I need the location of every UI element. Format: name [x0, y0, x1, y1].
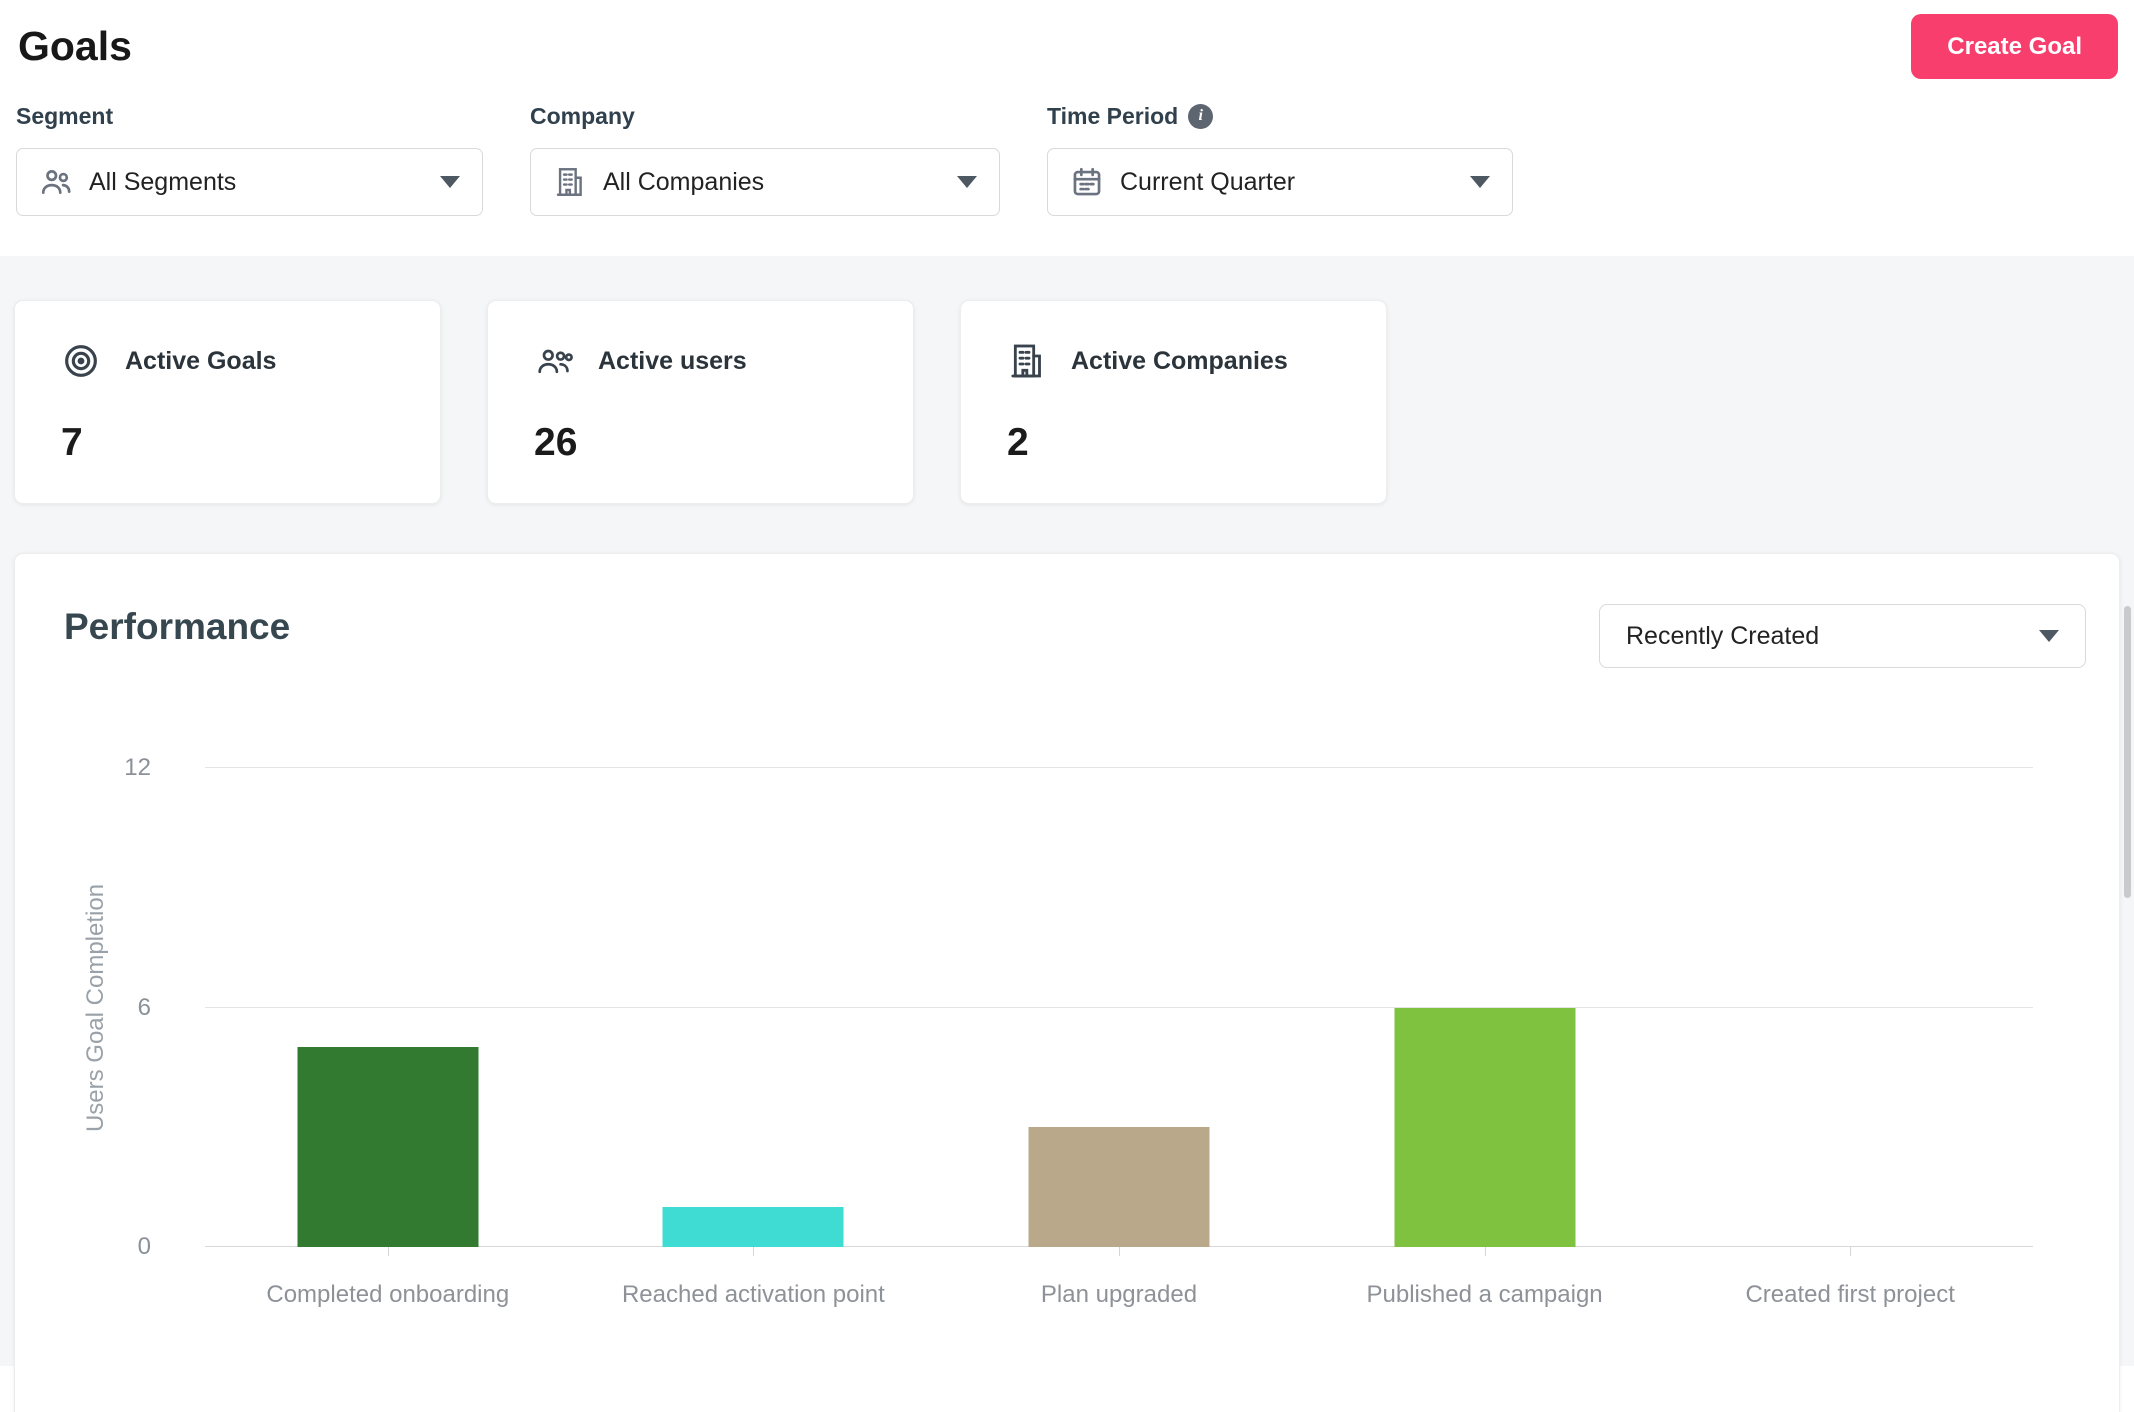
users-group-icon	[534, 341, 574, 381]
x-tick	[1119, 1247, 1120, 1256]
performance-card: Performance Recently Created Users Goal …	[14, 553, 2120, 1412]
info-icon[interactable]: i	[1188, 104, 1213, 129]
time-period-value: Current Quarter	[1120, 168, 1295, 197]
filter-company: Company All Companies	[530, 100, 1000, 216]
segment-label: Segment	[16, 100, 483, 132]
page-title: Goals	[18, 14, 132, 79]
bar-completed-onboarding[interactable]	[297, 1047, 478, 1247]
users-icon	[39, 165, 73, 199]
y-tick-label: 6	[91, 996, 151, 1020]
x-category-label: Reached activation point	[571, 1281, 937, 1309]
bar-slot	[936, 768, 1302, 1247]
time-period-label-text: Time Period	[1047, 103, 1178, 130]
building-icon	[553, 165, 587, 199]
x-category-label: Created first project	[1667, 1281, 2033, 1309]
bar-slot	[571, 768, 937, 1247]
content-area: Active Goals 7 Active users 26	[0, 256, 2134, 1366]
x-tick	[1485, 1247, 1486, 1256]
stat-value: 7	[61, 421, 440, 465]
company-label: Company	[530, 100, 1000, 132]
stat-card-active-goals: Active Goals 7	[14, 300, 441, 504]
stat-card-active-companies: Active Companies 2	[960, 300, 1387, 504]
bars-container	[205, 768, 2033, 1247]
segment-dropdown[interactable]: All Segments	[16, 148, 483, 216]
y-tick-label: 0	[91, 1235, 151, 1259]
y-tick-label: 12	[91, 756, 151, 780]
calendar-icon	[1070, 165, 1104, 199]
chevron-down-icon	[1470, 176, 1490, 188]
bar-reached-activation-point[interactable]	[663, 1207, 844, 1247]
building-icon	[1007, 341, 1047, 381]
performance-chart: Users Goal Completion 0612	[205, 768, 2033, 1247]
segment-value: All Segments	[89, 168, 236, 197]
bar-plan-upgraded[interactable]	[1028, 1127, 1209, 1247]
stats-row: Active Goals 7 Active users 26	[14, 300, 2134, 504]
stat-value: 2	[1007, 421, 1386, 465]
chevron-down-icon	[2039, 630, 2059, 642]
stat-label: Active users	[598, 347, 747, 376]
time-period-dropdown[interactable]: Current Quarter	[1047, 148, 1513, 216]
top-section: Goals Create Goal Segment All Segments C…	[0, 0, 2134, 256]
stat-value: 26	[534, 421, 913, 465]
company-dropdown[interactable]: All Companies	[530, 148, 1000, 216]
x-tick	[1850, 1247, 1851, 1256]
stat-label: Active Companies	[1071, 347, 1288, 376]
scrollbar-thumb[interactable]	[2124, 606, 2131, 898]
x-category-label: Published a campaign	[1302, 1281, 1668, 1309]
x-category-label: Completed onboarding	[205, 1281, 571, 1309]
x-tick	[753, 1247, 754, 1256]
chevron-down-icon	[440, 176, 460, 188]
bar-published-a-campaign[interactable]	[1394, 1008, 1575, 1248]
target-icon	[61, 341, 101, 381]
company-value: All Companies	[603, 168, 764, 197]
x-category-label: Plan upgraded	[936, 1281, 1302, 1309]
x-tick	[388, 1247, 389, 1256]
sort-value: Recently Created	[1626, 622, 1819, 651]
create-goal-button[interactable]: Create Goal	[1911, 14, 2118, 79]
topbar: Goals Create Goal	[0, 0, 2134, 100]
filter-segment: Segment All Segments	[16, 100, 483, 216]
bar-slot	[205, 768, 571, 1247]
bar-slot	[1302, 768, 1668, 1247]
stat-label: Active Goals	[125, 347, 276, 376]
time-period-label: Time Period i	[1047, 100, 1513, 132]
bar-slot	[1667, 768, 2033, 1247]
performance-title: Performance	[64, 606, 290, 648]
filter-time-period: Time Period i Current Quarter	[1047, 100, 1513, 216]
sort-dropdown[interactable]: Recently Created	[1599, 604, 2086, 668]
filters-bar: Segment All Segments Company	[0, 100, 2134, 216]
chevron-down-icon	[957, 176, 977, 188]
x-axis-labels: Completed onboardingReached activation p…	[205, 1281, 2033, 1309]
stat-card-active-users: Active users 26	[487, 300, 914, 504]
